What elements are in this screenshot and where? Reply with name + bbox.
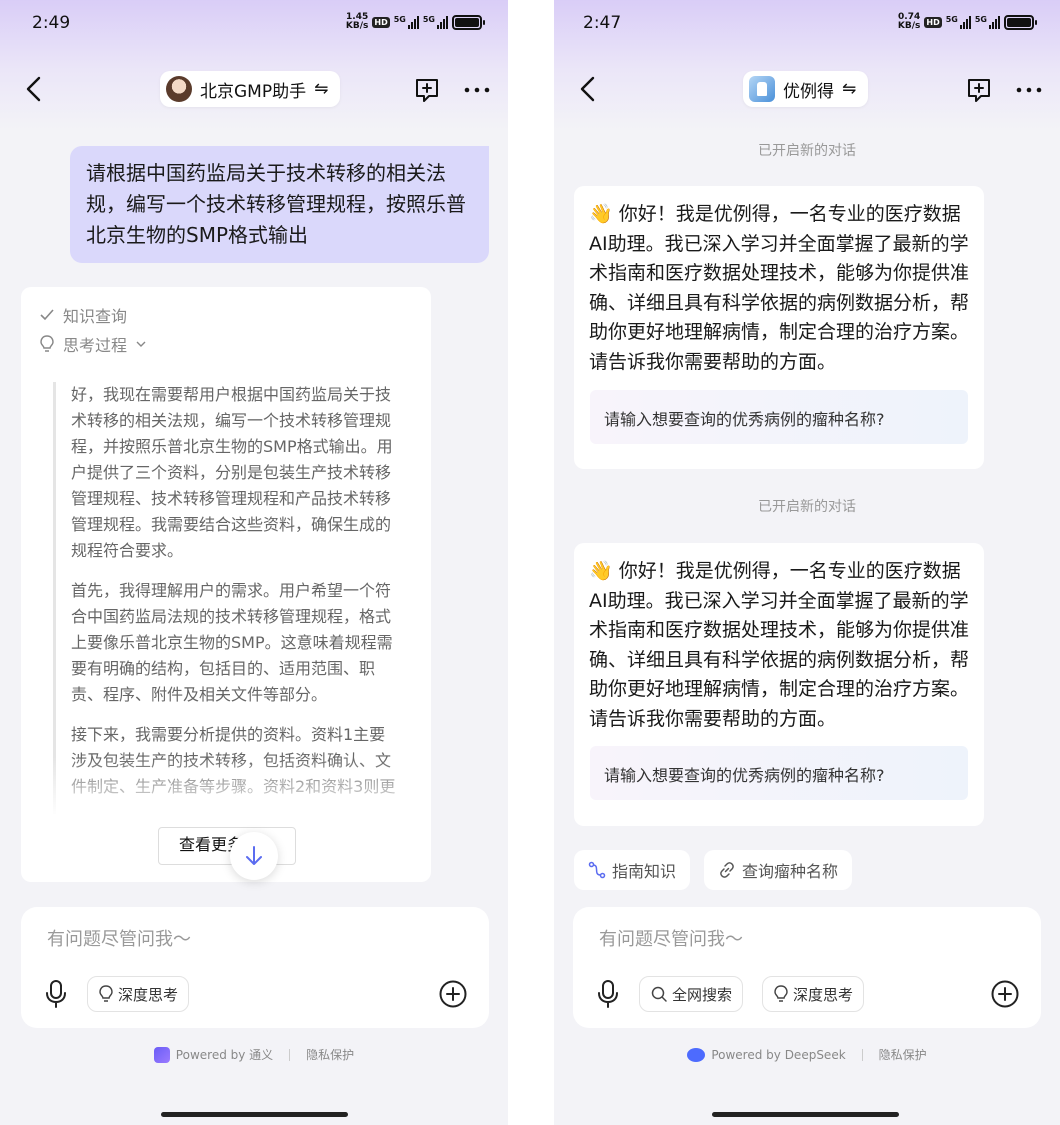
deepseek-logo-icon (687, 1047, 706, 1062)
greeting-text: 👋 你好！我是优例得，一名专业的医疗数据AI助理。我已深入学习并全面掌握了最新的… (589, 560, 970, 730)
network-speed: 1.45 KB/s (345, 12, 369, 31)
powered-by-text: Powered by 通义 (175, 1048, 274, 1062)
knowledge-label: 知识查询 (63, 307, 128, 326)
web-search-icon (651, 986, 667, 1002)
privacy-link[interactable]: 隐私保护 (306, 1046, 354, 1063)
hd-icon: HD (372, 16, 390, 28)
home-indicator[interactable] (712, 1112, 899, 1117)
chat-input-placeholder[interactable]: 有问题尽管问我～ (47, 925, 191, 951)
user-message: 请根据中国药监局关于技术转移的相关法规，编写一个技术转移管理规程，按照乐普北京生… (70, 146, 489, 263)
agent-title-button[interactable]: 北京GMP助手 ⇋ (160, 71, 341, 107)
prompt-suggestion[interactable]: 请输入想要查询的优秀病例的瘤种名称? (590, 746, 968, 800)
suggestion-query-tumor[interactable]: 查询瘤种名称 (704, 850, 853, 890)
nav-bar: 优例得 ⇋ (554, 68, 1060, 110)
chat-input-placeholder[interactable]: 有问题尽管问我～ (599, 925, 743, 951)
deep-think-label: 深度思考 (118, 985, 179, 1004)
signal-icon: 5G (394, 15, 419, 29)
prompt-suggestion[interactable]: 请输入想要查询的优秀病例的瘤种名称? (590, 390, 968, 444)
thinking-content: 好，我现在需要帮用户根据中国药监局关于技术转移的相关法规，编写一个技术转移管理规… (53, 382, 401, 814)
phone-right: 2:47 0.74 KB/s HD 5G 5G 优例得 ⇋ 已开启新的对话 👋 你… (554, 0, 1060, 1125)
nav-bar: 北京GMP助手 ⇋ (0, 68, 508, 110)
knowledge-query-status: 知识查询 (39, 303, 127, 327)
phone-left: 2:49 1.45 KB/s HD 5G 5G 北京GMP助手 ⇋ 请根据中国药监… (0, 0, 508, 1125)
back-icon[interactable] (578, 76, 598, 102)
content-fade (21, 757, 431, 817)
plus-icon[interactable] (438, 979, 468, 1009)
agent-title: 优例得 (783, 81, 834, 102)
battery-icon (452, 14, 485, 30)
thinking-toggle[interactable]: 思考过程 (39, 332, 147, 356)
battery-icon (1004, 14, 1037, 30)
new-chat-icon[interactable] (965, 76, 993, 104)
bulb-icon (774, 985, 788, 1002)
home-indicator[interactable] (161, 1112, 348, 1117)
agent-avatar (166, 76, 192, 102)
agent-avatar (749, 76, 775, 102)
powered-by-text: Powered by DeepSeek (711, 1047, 846, 1062)
thinking-label: 思考过程 (63, 336, 128, 355)
suggestion-guideline-knowledge[interactable]: 指南知识 (574, 850, 691, 890)
new-chat-icon[interactable] (413, 76, 441, 104)
more-icon[interactable] (1015, 76, 1043, 104)
thinking-paragraph: 首先，我得理解用户的需求。用户希望一个符合中国药监局法规的技术转移管理规程，格式… (71, 581, 393, 704)
arrow-down-icon (246, 846, 262, 865)
chat-input-box[interactable]: 有问题尽管问我～ 深度思考 (21, 907, 489, 1028)
link-icon (720, 862, 734, 878)
privacy-link[interactable]: 隐私保护 (879, 1046, 927, 1063)
new-conversation-note: 已开启新的对话 (758, 499, 856, 515)
bulb-icon (99, 985, 113, 1002)
signal-icon-2: 5G (975, 15, 1000, 29)
deep-think-label: 深度思考 (793, 985, 854, 1004)
status-icons: 1.45 KB/s HD 5G 5G (345, 12, 485, 31)
web-search-button[interactable]: 全网搜索 (639, 976, 744, 1012)
route-icon (588, 861, 606, 879)
suggestion-label: 指南知识 (612, 862, 677, 881)
microphone-icon[interactable] (596, 979, 620, 1009)
chevron-down-icon (136, 341, 146, 347)
agent-title: 北京GMP助手 (200, 81, 307, 102)
chat-input-box[interactable]: 有问题尽管问我～ 全网搜索 深度思考 (573, 907, 1041, 1028)
new-conversation-note: 已开启新的对话 (758, 143, 856, 159)
greeting-text: 👋 你好！我是优例得，一名专业的医疗数据AI助理。我已深入学习并全面掌握了最新的… (589, 203, 970, 373)
assistant-reply-card: 知识查询 思考过程 好，我现在需要帮用户根据中国药监局关于技术转移的相关法规，编… (21, 287, 431, 882)
bulb-icon (40, 335, 54, 352)
switch-icon: ⇋ (842, 79, 857, 99)
deep-think-button[interactable]: 深度思考 (87, 976, 190, 1012)
microphone-icon[interactable] (44, 979, 68, 1009)
back-icon[interactable] (24, 76, 44, 102)
hd-icon: HD (924, 16, 942, 28)
screen: 2:49 1.45 KB/s HD 5G 5G 北京GMP助手 ⇋ 请根据中国药监… (0, 0, 1060, 1125)
footer: Powered by 通义 隐私保护 (0, 1046, 508, 1063)
status-time: 2:49 (32, 13, 71, 33)
signal-icon: 5G (946, 15, 971, 29)
plus-icon[interactable] (990, 979, 1020, 1009)
greeting-card: 👋 你好！我是优例得，一名专业的医疗数据AI助理。我已深入学习并全面掌握了最新的… (574, 543, 984, 826)
thinking-paragraph: 好，我现在需要帮用户根据中国药监局关于技术转移的相关法规，编写一个技术转移管理规… (71, 385, 393, 560)
more-icon[interactable] (463, 76, 491, 104)
footer: Powered by DeepSeek 隐私保护 (554, 1046, 1060, 1063)
status-bar: 2:47 0.74 KB/s HD 5G 5G (554, 0, 1060, 46)
status-time: 2:47 (583, 13, 622, 33)
tongyi-logo-icon (153, 1046, 170, 1063)
network-speed: 0.74 KB/s (897, 12, 921, 31)
check-icon (40, 309, 54, 321)
status-icons: 0.74 KB/s HD 5G 5G (897, 12, 1037, 31)
scroll-to-bottom-button[interactable] (230, 832, 278, 880)
signal-icon-2: 5G (423, 15, 448, 29)
greeting-card: 👋 你好！我是优例得，一名专业的医疗数据AI助理。我已深入学习并全面掌握了最新的… (574, 186, 984, 469)
switch-icon: ⇋ (314, 79, 329, 99)
suggestion-label: 查询瘤种名称 (742, 862, 839, 881)
deep-think-button[interactable]: 深度思考 (762, 976, 865, 1012)
status-bar: 2:49 1.45 KB/s HD 5G 5G (0, 0, 508, 46)
web-search-label: 全网搜索 (672, 985, 733, 1004)
agent-title-button[interactable]: 优例得 ⇋ (743, 71, 869, 107)
